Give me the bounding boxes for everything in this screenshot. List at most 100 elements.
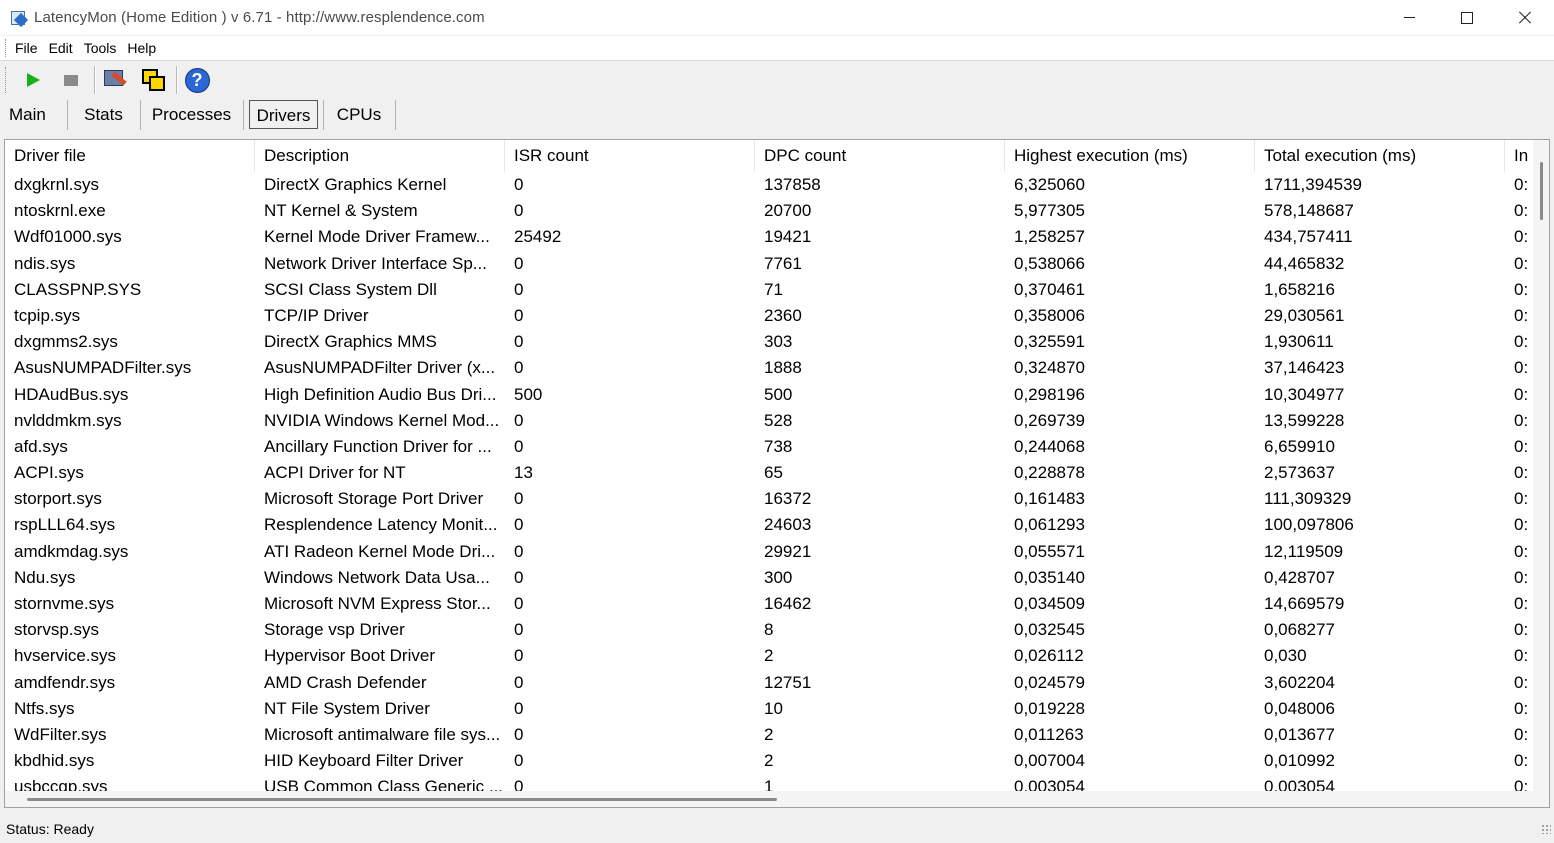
menu-tools[interactable]: Tools bbox=[84, 40, 117, 56]
cell-total-execution: 0,030 bbox=[1264, 646, 1307, 666]
cell-driver-file: Ntfs.sys bbox=[14, 698, 75, 718]
table-row[interactable]: storvsp.sys Storage vsp Driver 0 8 0,032545 0… bbox=[5, 617, 1535, 643]
table-row[interactable]: HDAudBus.sys High Definition Audio Bus Dr… bbox=[5, 382, 1535, 408]
cell-description: NT Kernel & System bbox=[264, 201, 418, 221]
cell-isr-count: 0 bbox=[514, 175, 524, 194]
cell-total-execution: 0,013677 bbox=[1264, 724, 1335, 744]
menu-file[interactable]: File bbox=[15, 40, 38, 56]
table-row[interactable]: ndis.sys Network Driver Interface Sp... 0 7… bbox=[5, 251, 1535, 277]
maximize-button[interactable] bbox=[1438, 0, 1496, 35]
cell-description: AsusNUMPADFilter Driver (x... bbox=[264, 358, 496, 378]
cell-in: 0: bbox=[1514, 698, 1529, 718]
column-header-isr-count[interactable]: ISR count bbox=[505, 140, 755, 172]
cell-driver-file: WdFilter.sys bbox=[14, 724, 107, 744]
table-row[interactable]: nvlddmkm.sys NVIDIA Windows Kernel Mod...… bbox=[5, 408, 1535, 434]
cell-driver-file: stornvme.sys bbox=[14, 594, 115, 613]
column-header-dpc-count[interactable]: DPC count bbox=[755, 140, 1005, 172]
cell-isr-count: 0 bbox=[514, 724, 524, 744]
cell-isr-count: 0 bbox=[514, 672, 524, 692]
table-row[interactable]: ACPI.sys ACPI Driver for NT 13 65 0,228878 2,… bbox=[5, 460, 1535, 486]
table-row[interactable]: rspLLL64.sys Resplendence Latency Monit..… bbox=[5, 512, 1535, 538]
vertical-scrollbar[interactable] bbox=[1533, 140, 1549, 791]
cell-highest-execution: 0,032545 bbox=[1014, 620, 1085, 640]
table-row[interactable]: ntoskrnl.exe NT Kernel & System 0 20700 5,97… bbox=[5, 198, 1535, 224]
cell-total-execution: 13,599228 bbox=[1264, 410, 1345, 430]
cell-description: NT File System Driver bbox=[264, 698, 430, 718]
cell-driver-file: HDAudBus.sys bbox=[14, 384, 129, 404]
table-row[interactable]: storport.sys Microsoft Storage Port Drive… bbox=[5, 486, 1535, 512]
column-header-total-execution[interactable]: Total execution (ms) bbox=[1255, 140, 1505, 172]
cell-driver-file: amdkmdag.sys bbox=[14, 541, 129, 561]
cell-highest-execution: 0,244068 bbox=[1014, 436, 1085, 456]
drivers-list[interactable]: Driver file Description ISR count DPC co… bbox=[4, 139, 1550, 808]
table-row[interactable]: amdkmdag.sys ATI Radeon Kernel Mode Dri..… bbox=[5, 539, 1535, 565]
horizontal-scrollbar[interactable] bbox=[5, 791, 1535, 807]
minimize-button[interactable] bbox=[1380, 0, 1438, 35]
cell-driver-file: Ndu.sys bbox=[14, 567, 76, 587]
menu-edit[interactable]: Edit bbox=[49, 40, 73, 56]
cell-driver-file: storvsp.sys bbox=[14, 620, 100, 640]
toolbar-separator bbox=[176, 66, 178, 94]
windows-button[interactable] bbox=[138, 65, 168, 95]
stop-button[interactable] bbox=[56, 65, 86, 95]
column-header-driver-file[interactable]: Driver file bbox=[5, 140, 255, 172]
cell-driver-file: dxgmms2.sys bbox=[14, 332, 118, 352]
cell-in: 0: bbox=[1514, 594, 1529, 613]
table-row[interactable]: dxgmms2.sys DirectX Graphics MMS 0 303 0,325… bbox=[5, 329, 1535, 355]
tab-drivers[interactable]: Drivers bbox=[249, 100, 318, 129]
vertical-scroll-thumb[interactable] bbox=[1540, 162, 1543, 220]
cell-highest-execution: 5,977305 bbox=[1014, 201, 1085, 221]
tab-main[interactable]: Main bbox=[0, 100, 58, 131]
cell-dpc-count: 10 bbox=[764, 698, 783, 718]
table-row[interactable]: hvservice.sys Hypervisor Boot Driver 0 2 0,0… bbox=[5, 643, 1535, 669]
toolbar-grip bbox=[5, 67, 8, 93]
cell-description: NVIDIA Windows Kernel Mod... bbox=[264, 410, 500, 430]
table-row[interactable]: AsusNUMPADFilter.sys AsusNUMPADFilter Dri… bbox=[5, 355, 1535, 381]
cell-isr-count: 0 bbox=[514, 279, 524, 299]
cell-dpc-count: 65 bbox=[764, 463, 783, 483]
cell-highest-execution: 0,228878 bbox=[1014, 463, 1085, 483]
column-header-description[interactable]: Description bbox=[255, 140, 505, 172]
menu-help[interactable]: Help bbox=[127, 40, 156, 56]
resize-grip[interactable] bbox=[1541, 824, 1551, 834]
cell-driver-file: hvservice.sys bbox=[14, 646, 117, 666]
horizontal-scroll-thumb[interactable] bbox=[27, 798, 777, 801]
tab-stats[interactable]: Stats bbox=[68, 100, 139, 131]
table-row[interactable]: Ndu.sys Windows Network Data Usa... 0 300 0,… bbox=[5, 565, 1535, 591]
table-row[interactable]: Wdf01000.sys Kernel Mode Driver Framew...… bbox=[5, 224, 1535, 250]
cell-highest-execution: 0,007004 bbox=[1014, 751, 1085, 771]
close-button[interactable] bbox=[1496, 0, 1554, 35]
stop-icon bbox=[64, 74, 78, 86]
table-row[interactable]: Ntfs.sys NT File System Driver 0 10 0,019228… bbox=[5, 696, 1535, 722]
cell-dpc-count: 1888 bbox=[764, 358, 802, 378]
help-button[interactable]: ? bbox=[182, 65, 212, 95]
table-row[interactable]: dxgkrnl.sys DirectX Graphics Kernel 0 13785… bbox=[5, 172, 1535, 198]
table-row[interactable]: WdFilter.sys Microsoft antimalware file s… bbox=[5, 722, 1535, 748]
table-row[interactable]: CLASSPNP.SYS SCSI Class System Dll 0 71 0,37… bbox=[5, 277, 1535, 303]
tab-processes[interactable]: Processes bbox=[141, 100, 242, 131]
column-header-in[interactable]: In bbox=[1505, 140, 1535, 172]
cell-in: 0: bbox=[1514, 227, 1529, 247]
cell-highest-execution: 0,019228 bbox=[1014, 698, 1085, 718]
app-icon bbox=[11, 10, 29, 27]
tools-button[interactable] bbox=[100, 65, 130, 95]
cell-isr-count: 0 bbox=[514, 253, 524, 273]
cell-highest-execution: 0,061293 bbox=[1014, 515, 1085, 535]
cell-driver-file: CLASSPNP.SYS bbox=[14, 279, 142, 299]
cell-highest-execution: 0,026112 bbox=[1014, 646, 1084, 666]
cell-dpc-count: 2 bbox=[764, 646, 774, 666]
cell-description: Microsoft Storage Port Driver bbox=[264, 489, 484, 509]
tab-cpus[interactable]: CPUs bbox=[324, 100, 394, 131]
cell-total-execution: 1711,394539 bbox=[1264, 175, 1363, 194]
start-button[interactable] bbox=[18, 65, 48, 95]
column-header-highest-execution[interactable]: Highest execution (ms) bbox=[1005, 140, 1255, 172]
table-row[interactable]: tcpip.sys TCP/IP Driver 0 2360 0,358006 29,03… bbox=[5, 303, 1535, 329]
cell-in: 0: bbox=[1514, 463, 1529, 483]
toolbar-separator bbox=[94, 66, 96, 94]
cell-isr-count: 0 bbox=[514, 620, 524, 640]
cell-in: 0: bbox=[1514, 253, 1529, 273]
table-row[interactable]: kbdhid.sys HID Keyboard Filter Driver 0 2 0,… bbox=[5, 748, 1535, 774]
table-row[interactable]: afd.sys Ancillary Function Driver for ...… bbox=[5, 434, 1535, 460]
table-row[interactable]: stornvme.sys Microsoft NVM Express Stor..… bbox=[5, 591, 1535, 617]
table-row[interactable]: amdfendr.sys AMD Crash Defender 0 12751 0,02… bbox=[5, 670, 1535, 696]
